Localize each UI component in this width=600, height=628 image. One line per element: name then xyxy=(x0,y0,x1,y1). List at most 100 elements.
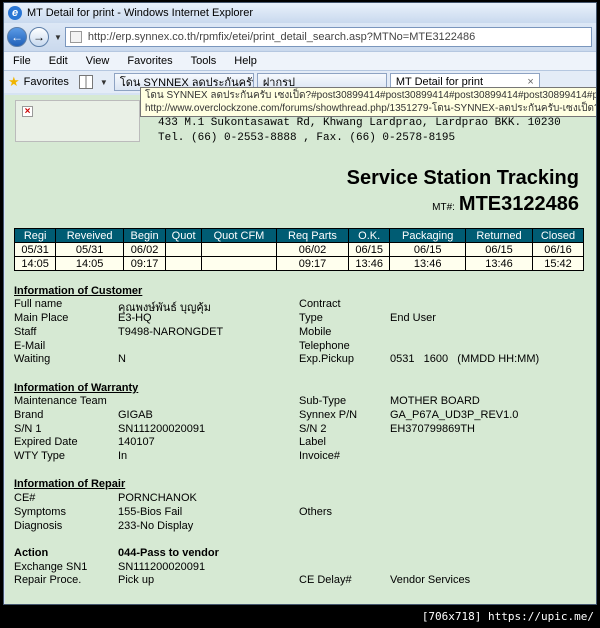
page-title: Service Station Tracking xyxy=(346,167,579,189)
link-tooltip: โดน SYNNEX ลดประกันครับ เซงเป็ด?#post308… xyxy=(140,87,597,117)
symptoms-label: Symptoms xyxy=(14,506,66,518)
sub-type-label: Sub-Type xyxy=(299,395,347,407)
exp-pickup-label: Exp.Pickup xyxy=(299,353,355,365)
tracking-date-row: 05/31 05/31 06/02 06/02 06/15 06/15 06/1… xyxy=(13,242,585,257)
exchange-sn1-label: Exchange SN1 xyxy=(14,561,88,573)
ce-value: PORNCHANOK xyxy=(118,492,197,504)
table-cell xyxy=(201,242,277,257)
main-place-label: Main Place xyxy=(14,312,69,324)
table-cell: 15:42 xyxy=(531,256,585,271)
address-bar[interactable]: http://erp.synnex.co.th/rpmfix/etei/prin… xyxy=(64,27,592,47)
title-bar: e MT Detail for print - Windows Internet… xyxy=(4,3,596,23)
contract-label: Contract xyxy=(299,298,341,310)
sn1-value: SN111200020091 xyxy=(118,423,206,435)
browser-window: e MT Detail for print - Windows Internet… xyxy=(3,2,597,605)
wty-type-value: In xyxy=(118,450,128,462)
table-cell: 14:05 xyxy=(13,256,57,271)
type-label: Type xyxy=(299,312,323,324)
table-cell: 06/16 xyxy=(531,242,585,257)
table-cell: 06/02 xyxy=(122,242,167,257)
col-received: Reveived xyxy=(55,228,124,243)
ce-delay-label: CE Delay# xyxy=(299,574,352,586)
diagnosis-label: Diagnosis xyxy=(14,520,63,532)
telephone-label: Telephone xyxy=(299,340,350,352)
menu-file[interactable]: File xyxy=(4,55,40,67)
sn2-label: S/N 2 xyxy=(299,423,327,435)
action-label: Action xyxy=(14,547,49,559)
sn1-label: S/N 1 xyxy=(14,423,42,435)
table-cell xyxy=(165,242,203,257)
type-value: End User xyxy=(390,312,436,324)
others-label: Others xyxy=(299,506,333,518)
table-cell: 05/31 xyxy=(13,242,57,257)
broken-image-icon: × xyxy=(22,106,33,117)
tooltip-url: http://www.overclockzone.com/forums/show… xyxy=(145,103,597,114)
col-quot-cfm: Quot CFM xyxy=(201,228,277,243)
table-cell xyxy=(201,256,277,271)
forward-arrow-icon[interactable]: → xyxy=(29,27,49,47)
exchange-sn1-value: SN111200020091 xyxy=(118,561,206,573)
col-quot: Quot xyxy=(165,228,203,243)
customer-heading: Information of Customer xyxy=(14,285,143,297)
table-cell: 09:17 xyxy=(122,256,167,271)
table-cell: 13:46 xyxy=(348,256,391,271)
image-host-caption: [706x718] https://upic.me/ xyxy=(0,605,600,628)
address-url: http://erp.synnex.co.th/rpmfix/etei/prin… xyxy=(87,31,476,43)
back-arrow-icon[interactable]: ← xyxy=(7,27,27,47)
favorites-label: Favorites xyxy=(23,76,69,88)
col-ok: O.K. xyxy=(348,228,391,243)
exp-pickup-value: 0531 1600 (MMDD HH:MM) xyxy=(390,353,540,365)
tracking-header-row: Regi Reveived Begin Quot Quot CFM Req Pa… xyxy=(13,228,585,243)
table-cell: 05/31 xyxy=(55,242,124,257)
company-phone: Tel. (66) 0-2553-8888 , Fax. (66) 0-2578… xyxy=(158,132,456,144)
company-address: 433 M.1 Sukontasawat Rd, Khwang Lardprao… xyxy=(158,117,561,129)
table-cell: 06/02 xyxy=(275,242,350,257)
quick-tabs-icon[interactable] xyxy=(78,75,93,89)
favorites-button[interactable]: ★ Favorites xyxy=(4,74,75,90)
staff-value: T9498-NARONGDET xyxy=(118,326,224,338)
page-content: × 433 M.1 Sukontasawat Rd, Khwang Lardpr… xyxy=(5,95,596,604)
expired-date-value: 140107 xyxy=(118,436,155,448)
main-place-value: E3-HQ xyxy=(118,312,152,324)
table-cell: 06/15 xyxy=(348,242,391,257)
col-regi: Regi xyxy=(13,228,57,243)
expired-date-label: Expired Date xyxy=(14,436,78,448)
brand-value: GIGAB xyxy=(118,409,153,421)
menu-bar: File Edit View Favorites Tools Help xyxy=(4,51,596,71)
mt-number: MTE3122486 xyxy=(458,193,579,215)
sub-type-value: MOTHER BOARD xyxy=(390,395,480,407)
company-logo-placeholder: × xyxy=(15,100,140,142)
page-icon xyxy=(69,31,82,43)
email-label: E-Mail xyxy=(14,340,46,352)
mt-label: MT#: xyxy=(432,202,455,213)
sn2-value: EH370799869TH xyxy=(390,423,476,435)
label-label: Label xyxy=(299,436,326,448)
tooltip-title: โดน SYNNEX ลดประกันครับ เซงเป็ด?#post308… xyxy=(145,90,596,101)
table-cell xyxy=(165,256,203,271)
repair-proc-value: Pick up xyxy=(118,574,155,586)
tracking-time-row: 14:05 14:05 09:17 09:17 13:46 13:46 13:4… xyxy=(13,256,585,271)
table-cell: 13:46 xyxy=(389,256,467,271)
menu-help[interactable]: Help xyxy=(225,55,266,67)
ce-delay-value: Vendor Services xyxy=(390,574,471,586)
repair-heading: Information of Repair xyxy=(14,478,126,490)
table-cell: 14:05 xyxy=(55,256,124,271)
wty-type-label: WTY Type xyxy=(14,450,65,462)
action-value: 044-Pass to vendor xyxy=(118,547,219,559)
menu-view[interactable]: View xyxy=(77,55,119,67)
table-cell: 06/15 xyxy=(465,242,533,257)
col-packaging: Packaging xyxy=(389,228,467,243)
menu-edit[interactable]: Edit xyxy=(40,55,77,67)
history-dropdown-icon[interactable]: ▼ xyxy=(54,33,62,42)
tab-list-dropdown-icon[interactable]: ▼ xyxy=(100,78,108,87)
mobile-label: Mobile xyxy=(299,326,332,338)
menu-tools[interactable]: Tools xyxy=(182,55,226,67)
menu-favorites[interactable]: Favorites xyxy=(118,55,181,67)
tracking-table: Regi Reveived Begin Quot Quot CFM Req Pa… xyxy=(13,228,585,271)
table-cell: 06/15 xyxy=(389,242,467,257)
col-returned: Returned xyxy=(465,228,533,243)
brand-label: Brand xyxy=(14,409,44,421)
repair-proc-label: Repair Proce. xyxy=(14,574,82,586)
symptoms-value: 155-Bios Fail xyxy=(118,506,183,518)
address-row: ← → ▼ http://erp.synnex.co.th/rpmfix/ete… xyxy=(4,23,596,51)
